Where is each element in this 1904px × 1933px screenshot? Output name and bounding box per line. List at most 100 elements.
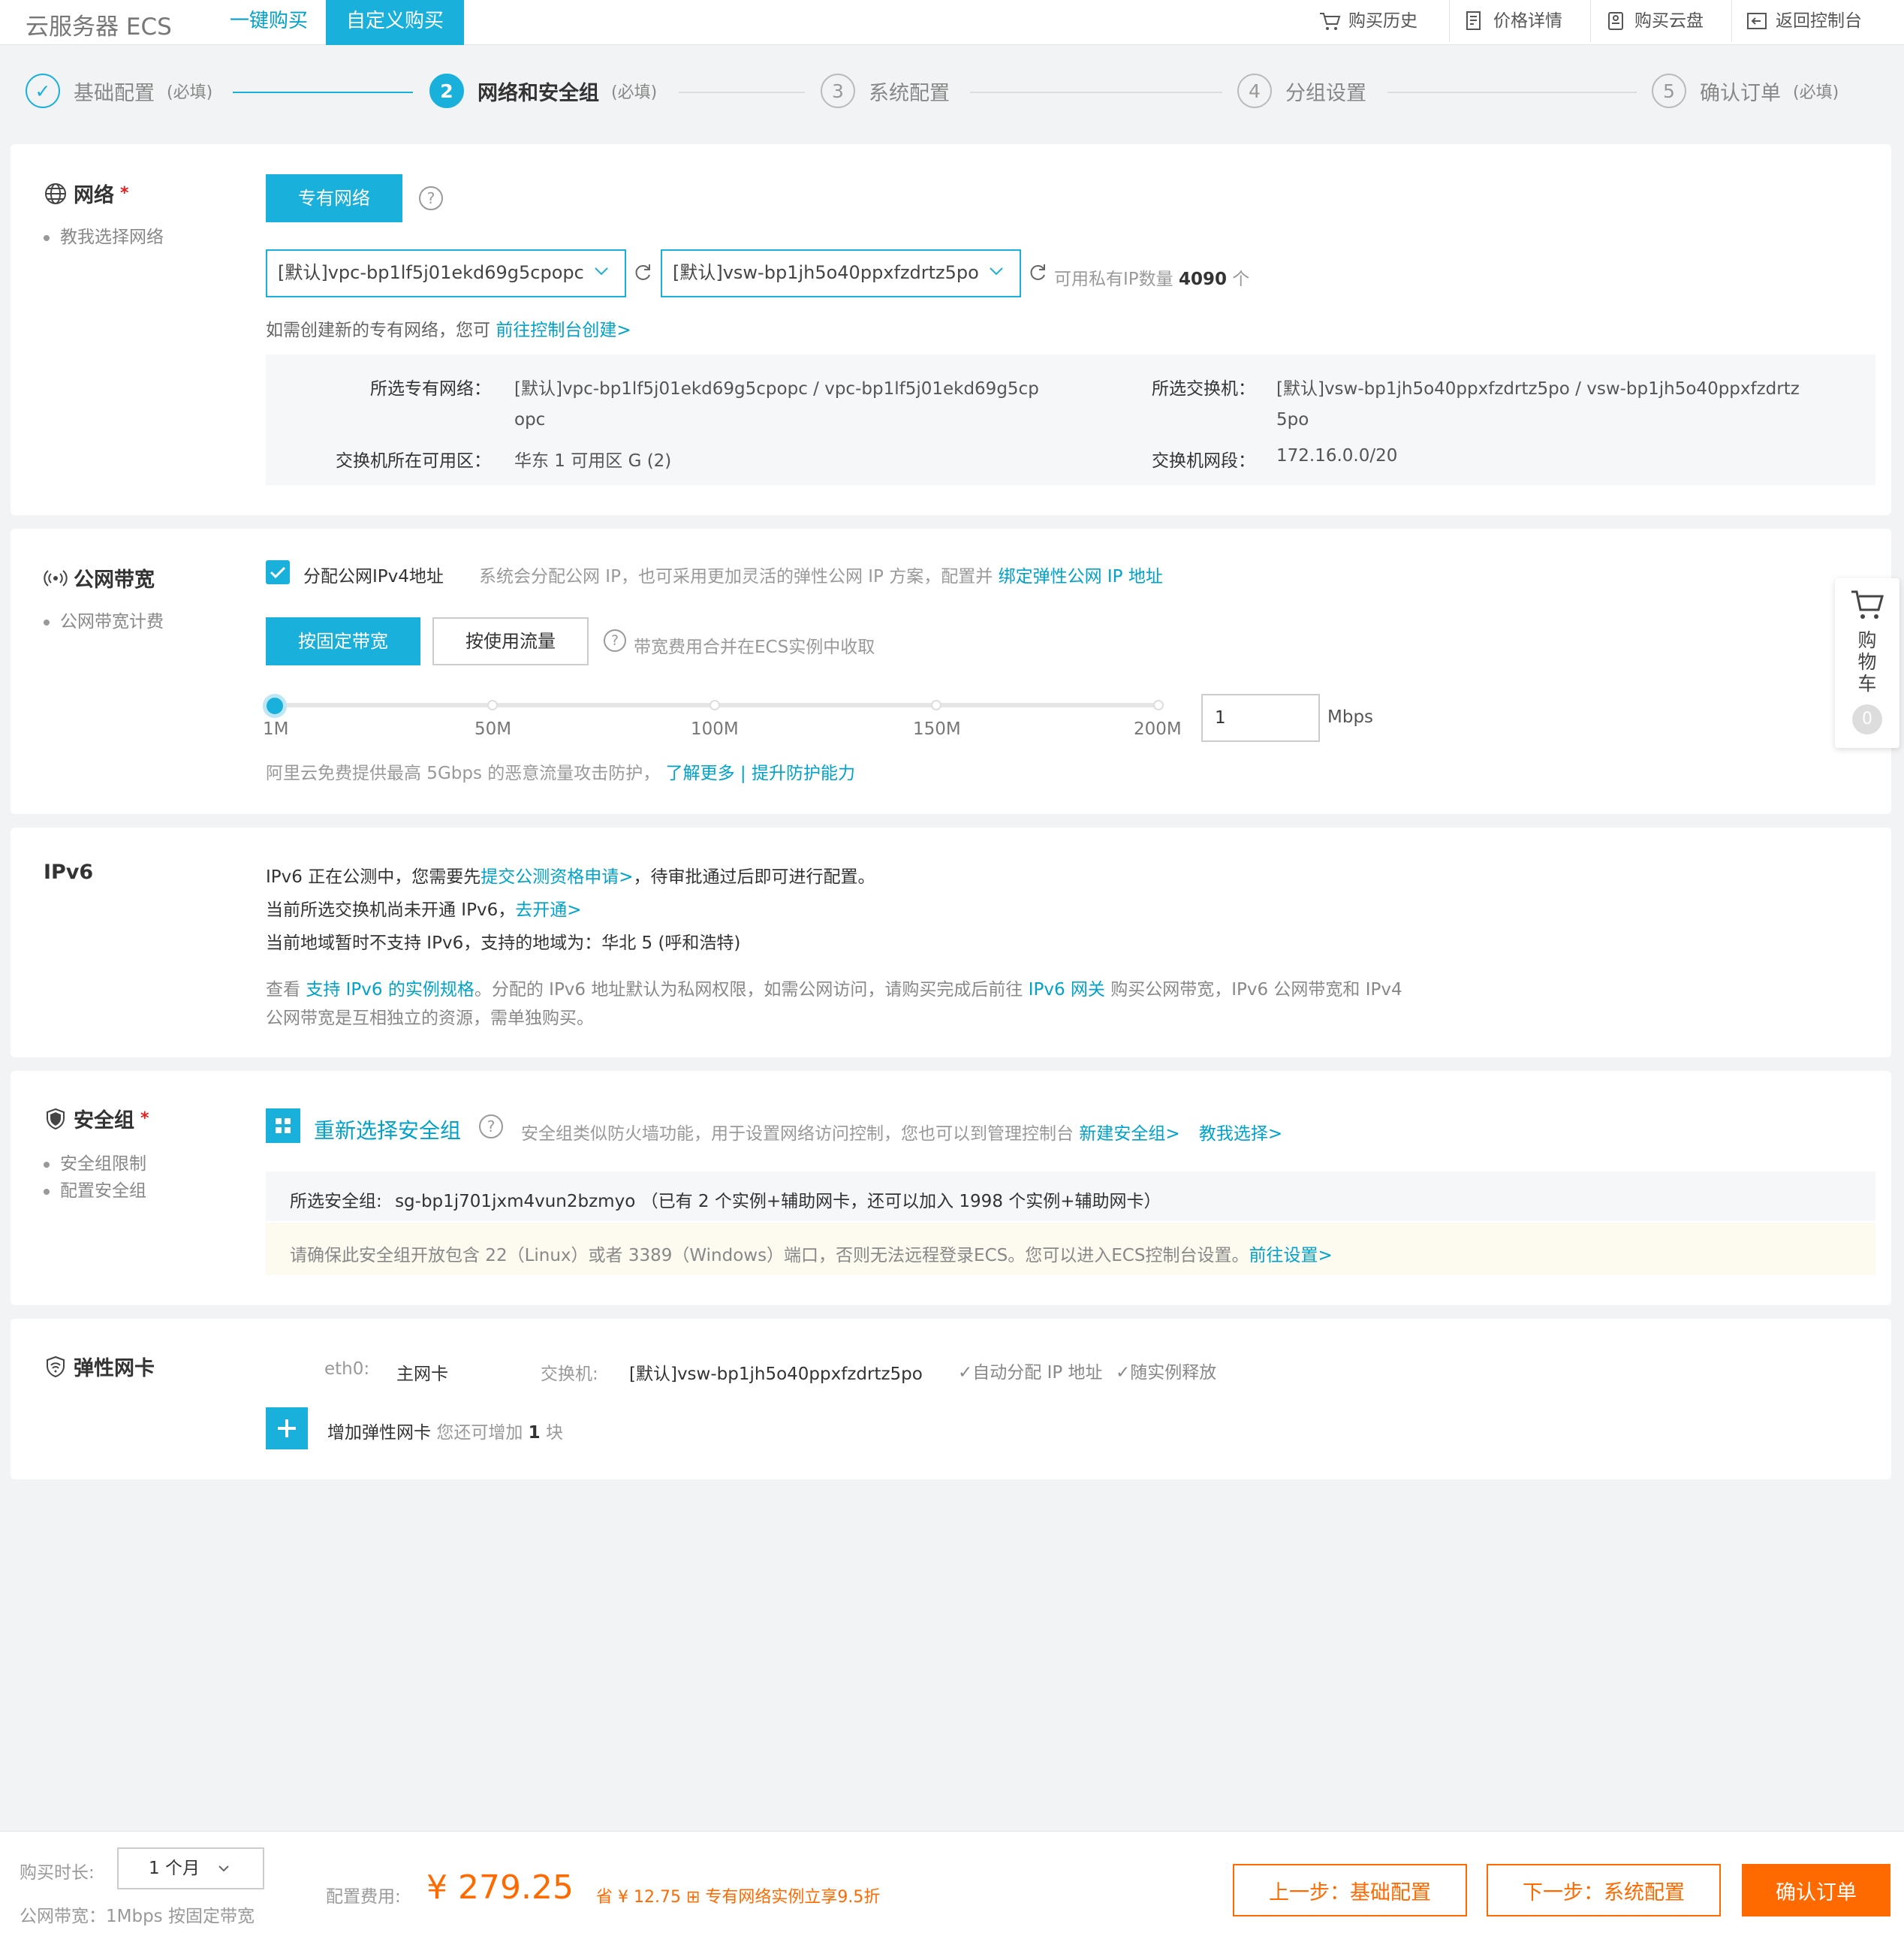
add-eni-unit: 块 <box>545 1423 563 1443</box>
slider-mark <box>709 700 720 710</box>
create-vpc-link[interactable]: 前往控制台创建> <box>496 321 631 340</box>
security-group-desc: 安全组类似防火墙功能，用于设置网络访问控制，您也可以到管理控制台 新建安全组> … <box>521 1119 1282 1144</box>
security-group-title: 安全组 * <box>44 1104 149 1133</box>
eni-panel <box>11 1319 1891 1479</box>
bandwidth-help-link[interactable]: 公网带宽计费 <box>44 607 164 632</box>
ipv6-enable-link[interactable]: 去开通> <box>515 900 581 920</box>
ipv6-apply-link[interactable]: 提交公测资格申请> <box>481 867 633 887</box>
bandwidth-summary: 公网带宽：1Mbps 按固定带宽 <box>20 1907 255 1926</box>
create-vpc-hint: 如需创建新的专有网络，您可 前往控制台创建> <box>266 315 631 341</box>
chevron-down-icon <box>595 267 608 276</box>
network-help-icon[interactable]: ? <box>419 186 443 210</box>
back-console-icon <box>1747 13 1767 29</box>
slider-tick-label: 150M <box>913 719 961 739</box>
check-icon <box>270 566 286 579</box>
reselect-security-group-button[interactable]: 重新选择安全组 <box>314 1114 461 1144</box>
port-warning: 请确保此安全组开放包含 22（Linux）或者 3389（Windows）端口，… <box>290 1241 1333 1266</box>
ipv6-line-1-text-end: ，待审批通过后即可进行配置。 <box>633 867 875 887</box>
ipv6-note-line-2: 公网带宽是互相独立的资源，需单独购买。 <box>266 1009 594 1028</box>
port-warning-text: 请确保此安全组开放包含 22（Linux）或者 3389（Windows）端口，… <box>290 1246 1249 1265</box>
step-basic[interactable]: ✓ 基础配置 (必填) <box>26 74 212 108</box>
prev-step-button[interactable]: 上一步：基础配置 <box>1233 1864 1467 1916</box>
step-check-icon: ✓ <box>26 74 60 108</box>
slider-mark <box>1153 700 1164 710</box>
add-eni-label: 增加弹性网卡 <box>327 1423 431 1443</box>
purchase-history-link[interactable]: 购买历史 <box>1305 0 1431 42</box>
price-detail-label: 价格详情 <box>1493 11 1562 31</box>
price-currency: ¥ <box>426 1868 447 1907</box>
vpc-button[interactable]: 专有网络 <box>266 174 402 222</box>
tab-quick-buy[interactable]: 一键购买 <box>212 0 326 45</box>
security-group-help-icon[interactable]: ? <box>479 1114 503 1138</box>
teach-select-link[interactable]: 教我选择> <box>1199 1124 1282 1144</box>
chevron-down-icon <box>218 1865 229 1872</box>
reselect-security-group-icon[interactable] <box>266 1108 300 1143</box>
auto-ip-option: ✓自动分配 IP 地址 <box>958 1363 1103 1383</box>
security-group-limit-link[interactable]: 安全组限制 <box>44 1149 146 1175</box>
shopping-cart-widget[interactable]: 购物车 0 <box>1835 578 1899 748</box>
grid-icon <box>276 1118 291 1133</box>
new-security-group-link[interactable]: 新建安全组> <box>1079 1124 1179 1144</box>
top-bar: 云服务器 ECS 一键购买 自定义购买 购买历史 价格详情 购买云盘 返回控制台 <box>0 0 1904 45</box>
step-required-note: (必填) <box>611 83 658 102</box>
cart-label: 购物车 <box>1857 629 1877 695</box>
ipv6-line-1-text: IPv6 正在公测中，您需要先 <box>266 867 481 887</box>
total-price: ¥ 279.25 <box>426 1868 574 1907</box>
fixed-bandwidth-button[interactable]: 按固定带宽 <box>266 617 420 665</box>
bandwidth-title: 公网带宽 <box>44 563 155 593</box>
ipv6-line-3: 当前地域暂时不支持 IPv6，支持的地域为：华北 5 (呼和浩特) <box>266 933 741 953</box>
cart-count-badge: 0 <box>1852 704 1882 734</box>
refresh-icon[interactable] <box>632 261 653 282</box>
duration-select[interactable]: 1 个月 <box>117 1847 264 1889</box>
vswitch-select[interactable]: [默认]vsw-bp1jh5o40ppxfzdrtz5po <box>661 249 1021 297</box>
shield-icon <box>47 1108 65 1129</box>
ipv6-instance-types-link[interactable]: 支持 IPv6 的实例规格 <box>306 980 474 1000</box>
bandwidth-slider-handle[interactable] <box>263 694 287 718</box>
selected-security-group-value: sg-bp1j701jxm4vun2bzmyo （已有 2 个实例+辅助网卡，还… <box>395 1192 1161 1211</box>
cart-icon <box>1851 590 1884 619</box>
eni-title-text: 弹性网卡 <box>74 1357 155 1380</box>
bandwidth-title-text: 公网带宽 <box>74 568 155 592</box>
bandwidth-input[interactable]: 1 <box>1201 694 1320 742</box>
step-confirm[interactable]: 5 确认订单 (必填) <box>1652 74 1839 108</box>
confirm-order-button[interactable]: 确认订单 <box>1742 1864 1890 1916</box>
step-system[interactable]: 3 系统配置 <box>821 74 950 108</box>
eni-vswitch-value: [默认]vsw-bp1jh5o40ppxfzdrtz5po <box>629 1365 923 1384</box>
add-eni-button[interactable] <box>266 1407 308 1449</box>
assign-ipv4-desc-text: 系统会分配公网 IP，也可采用更加灵活的弹性公网 IP 方案，配置并 <box>479 567 993 587</box>
fee-help-icon[interactable]: ? <box>604 629 626 652</box>
ip-count-label: 可用私有IP数量 <box>1054 270 1173 289</box>
step-group[interactable]: 4 分组设置 <box>1237 74 1366 108</box>
buy-disk-link[interactable]: 购买云盘 <box>1590 0 1717 42</box>
network-help-link[interactable]: 教我选择网络 <box>44 222 164 248</box>
coupon-icon: ⊞ <box>685 1888 700 1907</box>
vpc-select[interactable]: [默认]vpc-bp1lf5j01ekd69g5cpopc <box>266 249 626 297</box>
link-separator: | <box>740 764 746 783</box>
step-number: 3 <box>821 74 855 108</box>
bind-eip-link[interactable]: 绑定弹性公网 IP 地址 <box>999 567 1163 587</box>
network-card-icon <box>47 1356 65 1377</box>
traffic-bandwidth-button[interactable]: 按使用流量 <box>432 617 589 665</box>
add-eni-count: 1 <box>528 1423 541 1443</box>
next-step-button[interactable]: 下一步：系统配置 <box>1487 1864 1721 1916</box>
back-to-console-link[interactable]: 返回控制台 <box>1731 0 1875 42</box>
ipv6-note-text: 查看 <box>266 980 300 1000</box>
price-value: 279.25 <box>458 1868 574 1907</box>
configure-security-group-link[interactable]: 配置安全组 <box>44 1176 146 1202</box>
vswitch-info-value-wrap: 5po <box>1276 410 1309 430</box>
ipv6-note-text-end: 购买公网带宽，IPv6 公网带宽和 IPv4 <box>1110 980 1402 1000</box>
step-network[interactable]: 2 网络和安全组 (必填) <box>429 74 657 108</box>
tab-custom-buy[interactable]: 自定义购买 <box>326 0 464 45</box>
buy-disk-label: 购买云盘 <box>1634 11 1704 31</box>
ip-count-unit: 个 <box>1232 270 1250 289</box>
primary-nic-label: 主网卡 <box>396 1365 448 1384</box>
ipv6-line-1: IPv6 正在公测中，您需要先提交公测资格申请>，待审批通过后即可进行配置。 <box>266 862 875 888</box>
assign-ipv4-checkbox[interactable] <box>266 560 290 584</box>
ipv6-gateway-link[interactable]: IPv6 网关 <box>1029 980 1105 1000</box>
learn-more-link[interactable]: 了解更多 <box>666 764 735 783</box>
refresh-icon[interactable] <box>1027 261 1048 282</box>
chevron-down-icon <box>990 267 1003 276</box>
improve-protection-link[interactable]: 提升防护能力 <box>752 764 855 783</box>
goto-settings-link[interactable]: 前往设置> <box>1249 1246 1332 1265</box>
price-detail-link[interactable]: 价格详情 <box>1449 0 1576 42</box>
